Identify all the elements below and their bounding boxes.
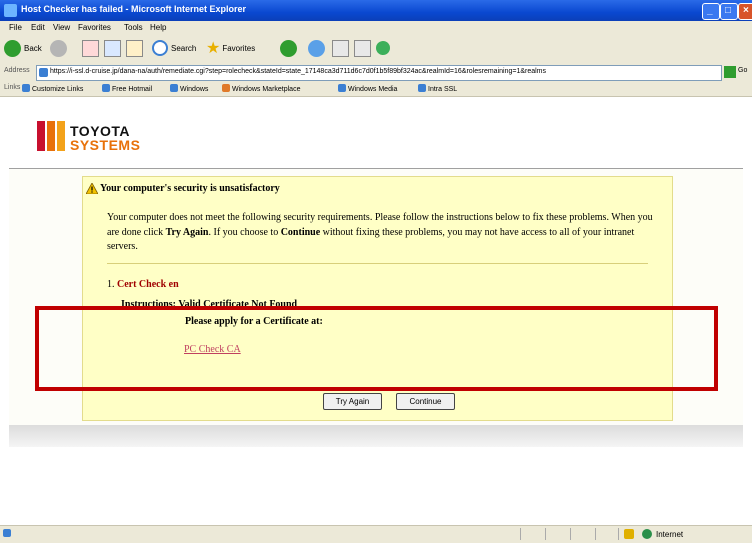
page-icon [338, 84, 346, 92]
print-icon [332, 39, 349, 57]
status-bar: Internet [0, 525, 752, 543]
status-divider [570, 528, 571, 540]
mail-icon [308, 39, 325, 57]
notice-heading: Your computer's security is unsatisfacto… [100, 183, 280, 194]
try-again-button[interactable]: Try Again [323, 393, 382, 410]
menu-help[interactable]: Help [150, 23, 166, 32]
address-url: https://i-ssl.d-cruise.jp/dana-na/auth/r… [50, 68, 547, 75]
forward-button[interactable] [50, 39, 70, 57]
address-input[interactable]: https://i-ssl.d-cruise.jp/dana-na/auth/r… [36, 65, 722, 81]
links-label: Links [4, 84, 21, 91]
page-icon [102, 84, 110, 92]
maximize-icon: □ [725, 5, 732, 16]
window-title: Host Checker has failed - Microsoft Inte… [21, 4, 247, 14]
menu-bar: File Edit View Favorites Tools Help [0, 21, 752, 36]
page-icon [39, 68, 48, 77]
logo-line-2: SYSTEMS [70, 137, 141, 153]
messenger-button[interactable] [376, 39, 393, 57]
close-icon: × [743, 5, 749, 16]
home-icon [126, 39, 143, 57]
page-status-icon [3, 529, 11, 537]
page-icon [22, 84, 30, 92]
favorites-button[interactable]: ★ Favorites [206, 39, 255, 57]
menu-tools[interactable]: Tools [124, 23, 143, 32]
status-divider [545, 528, 546, 540]
link-intra-ssl[interactable]: Intra SSL [418, 84, 457, 93]
warning-icon [86, 183, 98, 194]
lock-icon [624, 529, 634, 539]
link-windows-marketplace[interactable]: Windows Marketplace [222, 84, 300, 93]
link-free-hotmail[interactable]: Free Hotmail [102, 84, 152, 93]
edit-page-button[interactable] [354, 39, 371, 57]
minimize-icon: _ [707, 5, 713, 16]
home-button[interactable] [126, 39, 143, 57]
forward-arrow-icon [50, 39, 67, 57]
address-bar: Address https://i-ssl.d-cruise.jp/dana-n… [0, 63, 752, 83]
stop-icon [82, 39, 99, 57]
title-bar: Host Checker has failed - Microsoft Inte… [0, 0, 752, 21]
back-label: Back [24, 43, 42, 53]
menu-file[interactable]: File [9, 23, 22, 32]
go-arrow-icon[interactable] [724, 66, 736, 78]
maximize-button[interactable]: □ [720, 3, 738, 20]
security-zone: Internet [656, 530, 684, 539]
menu-favorites[interactable]: Favorites [78, 23, 111, 32]
history-icon [280, 39, 297, 57]
go-label[interactable]: Go [738, 67, 747, 74]
highlight-box [35, 306, 718, 391]
continue-button[interactable]: Continue [396, 393, 455, 410]
search-icon [152, 40, 168, 56]
favorites-label: Favorites [222, 43, 256, 53]
notice-divider [107, 263, 648, 264]
page-icon [170, 84, 178, 92]
globe-icon [642, 529, 652, 539]
refresh-button[interactable] [104, 39, 121, 57]
toolbar: Back Search ★ Favorites [0, 35, 752, 64]
notice-paragraph: Your computer does not meet the followin… [107, 212, 653, 252]
messenger-icon [376, 41, 390, 55]
footer-band [9, 425, 743, 447]
status-divider [520, 528, 521, 540]
search-label: Search [171, 43, 197, 53]
mail-button[interactable] [308, 39, 328, 57]
back-button[interactable]: Back [4, 39, 42, 57]
links-bar: Links Customize Links Free Hotmail Windo… [0, 82, 752, 97]
ie-icon [4, 4, 17, 17]
back-arrow-icon [4, 39, 21, 57]
star-icon: ★ [206, 40, 221, 57]
stop-button[interactable] [82, 39, 99, 57]
search-button[interactable]: Search [152, 39, 196, 57]
requirement-title: 1. Cert Check en [107, 279, 179, 290]
menu-edit[interactable]: Edit [31, 23, 45, 32]
status-divider [595, 528, 596, 540]
refresh-icon [104, 39, 121, 57]
menu-view[interactable]: View [53, 23, 70, 32]
address-label: Address [4, 67, 30, 74]
close-button[interactable]: × [738, 3, 752, 20]
link-windows-media[interactable]: Windows Media [338, 84, 397, 93]
status-divider [618, 528, 619, 540]
print-button[interactable] [332, 39, 349, 57]
link-customize-links[interactable]: Customize Links [22, 84, 83, 93]
marketplace-icon [222, 84, 230, 92]
logo-mark-icon [37, 121, 67, 151]
edit-icon [354, 39, 371, 57]
page-icon [418, 84, 426, 92]
minimize-button[interactable]: _ [702, 3, 720, 20]
link-windows[interactable]: Windows [170, 84, 208, 93]
history-button[interactable] [280, 39, 300, 57]
